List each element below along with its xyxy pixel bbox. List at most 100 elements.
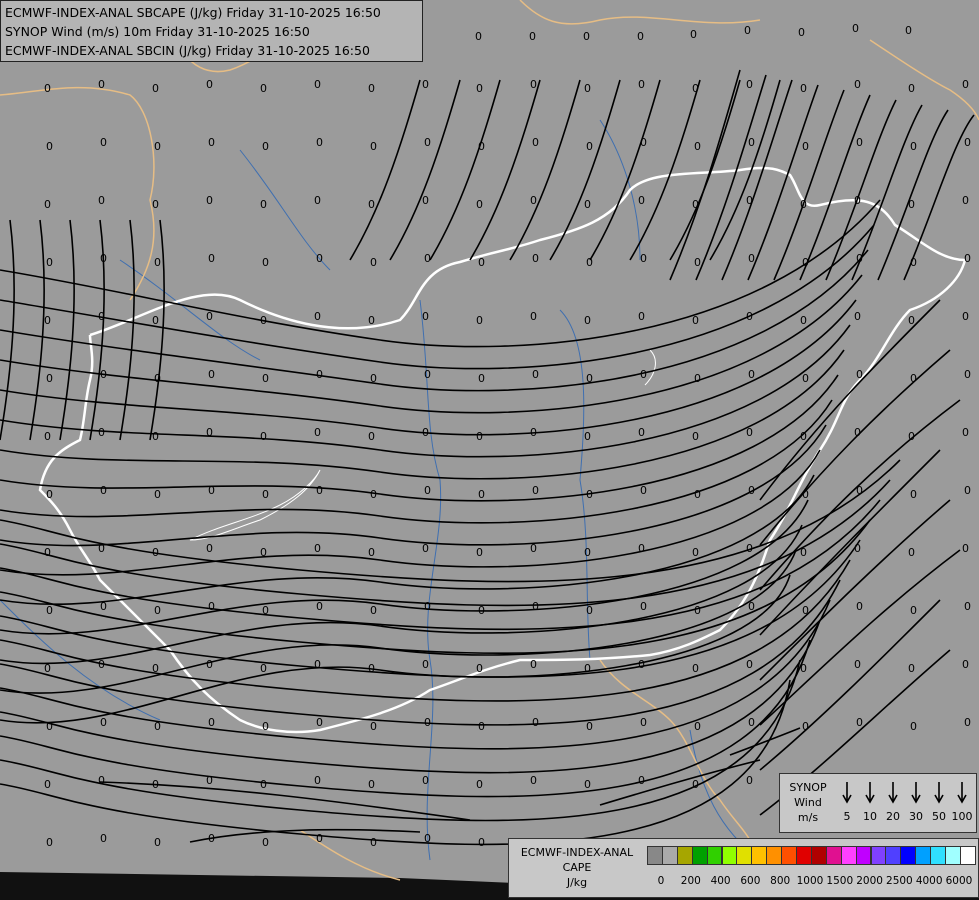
cape-value: 0 xyxy=(908,546,915,559)
wind-legend-value: 50 xyxy=(932,810,946,823)
cape-value: 0 xyxy=(638,310,645,323)
cape-value: 0 xyxy=(962,542,969,555)
cape-value: 0 xyxy=(962,194,969,207)
cape-value: 0 xyxy=(206,194,213,207)
cape-value: 0 xyxy=(532,600,539,613)
cape-value: 0 xyxy=(638,658,645,671)
cape-value: 0 xyxy=(910,372,917,385)
cape-value: 0 xyxy=(152,198,159,211)
cape-value: 0 xyxy=(422,542,429,555)
cape-color-swatch xyxy=(810,846,827,865)
cape-value: 0 xyxy=(908,430,915,443)
cape-value: 0 xyxy=(910,604,917,617)
cape-value: 0 xyxy=(424,368,431,381)
cape-value: 0 xyxy=(154,836,161,849)
title-cape: ECMWF-INDEX-ANAL SBCAPE (J/kg) Friday 31… xyxy=(5,5,381,20)
cape-value: 0 xyxy=(478,604,485,617)
cape-value: 0 xyxy=(100,136,107,149)
cape-value: 0 xyxy=(208,136,215,149)
cape-value: 0 xyxy=(532,136,539,149)
cape-legend-value: 6000 xyxy=(945,875,973,887)
cape-value: 0 xyxy=(422,426,429,439)
cape-value: 0 xyxy=(100,600,107,613)
cape-legend-title: ECMWF-INDEX-ANAL CAPE J/kg xyxy=(509,845,645,890)
cape-value: 0 xyxy=(856,484,863,497)
cape-value: 0 xyxy=(964,716,971,729)
cape-value: 0 xyxy=(206,78,213,91)
cape-value: 0 xyxy=(100,832,107,845)
cape-value: 0 xyxy=(586,256,593,269)
cape-value: 0 xyxy=(584,82,591,95)
cape-value: 0 xyxy=(262,372,269,385)
cape-value: 0 xyxy=(694,140,701,153)
cape-value: 0 xyxy=(260,198,267,211)
cape-value: 0 xyxy=(476,430,483,443)
cape-value: 0 xyxy=(424,716,431,729)
cape-value: 0 xyxy=(800,82,807,95)
cape-value: 0 xyxy=(910,720,917,733)
cape-value: 0 xyxy=(370,372,377,385)
cape-legend-line1: ECMWF-INDEX-ANAL xyxy=(520,846,634,859)
wind-arrow-icon xyxy=(911,782,921,804)
cape-color-swatch xyxy=(647,846,663,865)
cape-value: 0 xyxy=(152,546,159,559)
cape-value: 0 xyxy=(316,484,323,497)
cape-value: 0 xyxy=(98,194,105,207)
cape-value: 0 xyxy=(424,832,431,845)
cape-value: 0 xyxy=(802,488,809,501)
wind-legend-value: 5 xyxy=(843,810,851,823)
cape-value: 0 xyxy=(316,136,323,149)
cape-value: 0 xyxy=(316,716,323,729)
cape-value: 0 xyxy=(46,720,53,733)
cape-value: 0 xyxy=(584,662,591,675)
wind-legend-value: 30 xyxy=(909,810,923,823)
cape-value: 0 xyxy=(964,600,971,613)
cape-value: 0 xyxy=(208,600,215,613)
cape-value: 0 xyxy=(532,716,539,729)
cape-value: 0 xyxy=(908,198,915,211)
cape-value: 0 xyxy=(856,600,863,613)
cape-value: 0 xyxy=(422,78,429,91)
cape-value: 0 xyxy=(910,488,917,501)
cape-value: 0 xyxy=(368,778,375,791)
cape-value: 0 xyxy=(154,604,161,617)
cape-value: 0 xyxy=(584,198,591,211)
cape-value: 0 xyxy=(586,720,593,733)
cape-value: 0 xyxy=(422,774,429,787)
cape-value: 0 xyxy=(475,30,482,43)
cape-value: 0 xyxy=(154,372,161,385)
cape-value: 0 xyxy=(746,542,753,555)
cape-value: 0 xyxy=(532,484,539,497)
cape-value: 0 xyxy=(854,658,861,671)
cape-value: 0 xyxy=(748,136,755,149)
cape-value: 0 xyxy=(530,194,537,207)
cape-value: 0 xyxy=(964,368,971,381)
cape-color-swatch xyxy=(900,846,917,865)
cape-value: 0 xyxy=(530,542,537,555)
cape-value: 0 xyxy=(748,600,755,613)
cape-value: 0 xyxy=(368,314,375,327)
cape-legend: ECMWF-INDEX-ANAL CAPE J/kg 0 200 400 600 800… xyxy=(508,838,979,898)
cape-value: 0 xyxy=(692,662,699,675)
cape-value: 0 xyxy=(694,720,701,733)
cape-value: 0 xyxy=(370,720,377,733)
cape-value: 0 xyxy=(854,310,861,323)
cape-value: 0 xyxy=(694,372,701,385)
cape-value: 0 xyxy=(370,836,377,849)
cape-value: 0 xyxy=(44,314,51,327)
cape-color-swatch xyxy=(825,846,842,865)
cape-value: 0 xyxy=(802,140,809,153)
cape-value: 0 xyxy=(962,426,969,439)
cape-value: 0 xyxy=(964,136,971,149)
cape-value: 0 xyxy=(802,604,809,617)
cape-value: 0 xyxy=(314,310,321,323)
cape-value: 0 xyxy=(748,484,755,497)
cape-value: 0 xyxy=(964,484,971,497)
wind-arrow-icon xyxy=(865,782,875,804)
cape-value: 0 xyxy=(694,604,701,617)
cape-color-swatch xyxy=(691,846,708,865)
cape-value: 0 xyxy=(746,774,753,787)
cape-value: 0 xyxy=(856,252,863,265)
cape-value: 0 xyxy=(476,198,483,211)
cape-color-swatch xyxy=(796,846,812,865)
